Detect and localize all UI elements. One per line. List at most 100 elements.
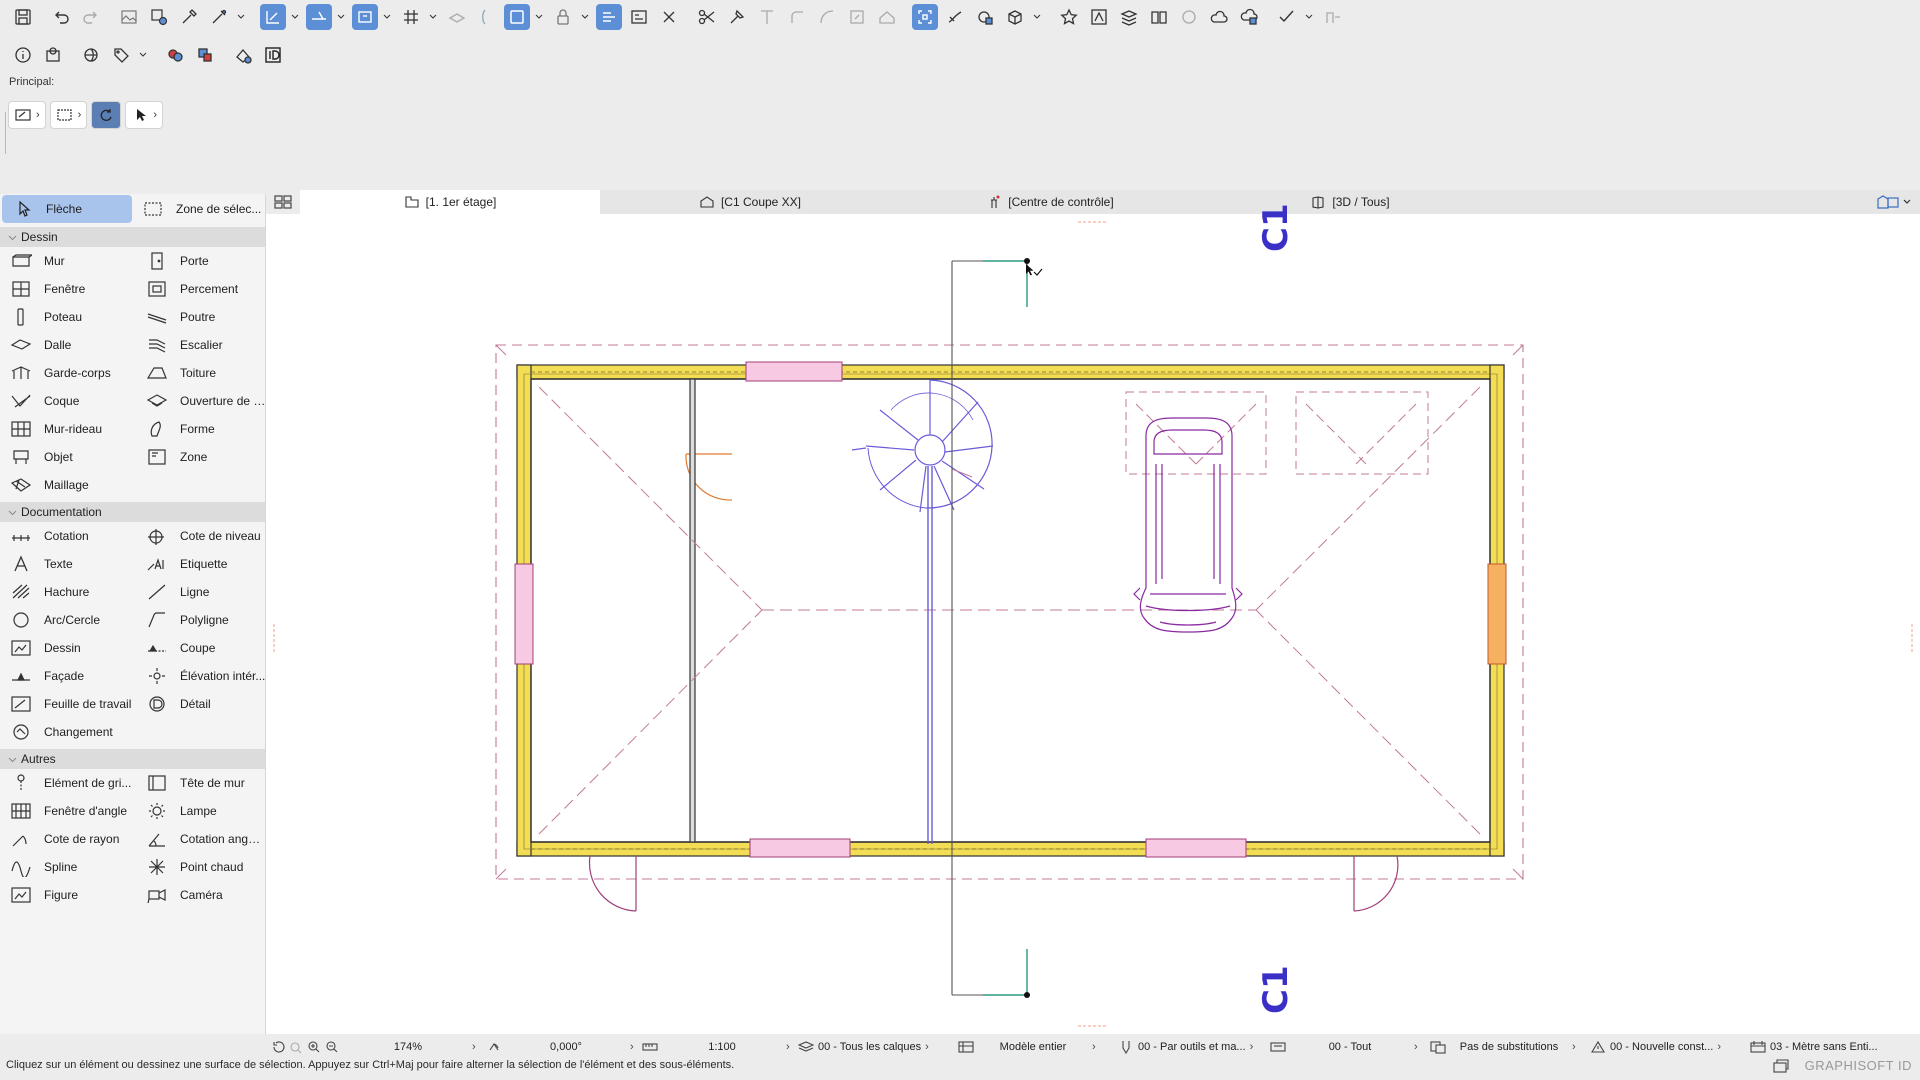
id-button[interactable] <box>260 42 286 68</box>
tool-slab[interactable]: Dalle <box>0 331 136 359</box>
tool-arrow[interactable]: Flèche <box>2 195 132 223</box>
tool-section[interactable]: Coupe <box>136 634 266 662</box>
zoom-level-control[interactable]: 174% › <box>344 1036 482 1058</box>
layer-button[interactable] <box>444 4 470 30</box>
trace-button[interactable] <box>942 4 968 30</box>
tool-dimension[interactable]: Cotation <box>0 522 136 550</box>
navigator-button[interactable] <box>1086 4 1112 30</box>
floor-plan-drawing[interactable] <box>266 214 1920 1034</box>
tool-morph[interactable]: Forme <box>136 415 266 443</box>
redo-zoom-icon[interactable] <box>288 1040 304 1054</box>
layer-combination-control[interactable]: 00 - Tous les calques › <box>794 1036 954 1058</box>
collision-button[interactable] <box>162 42 188 68</box>
tool-shell[interactable]: Coque <box>0 387 136 415</box>
tool-text[interactable]: Texte <box>0 550 136 578</box>
tool-skylight[interactable]: Ouverture de t... <box>136 387 266 415</box>
adjust-button[interactable] <box>724 4 750 30</box>
section-header-dessin[interactable]: Dessin <box>0 227 265 247</box>
tool-object[interactable]: Objet <box>0 443 136 471</box>
view-switch-icon[interactable] <box>1876 193 1912 211</box>
check-dropdown[interactable] <box>1304 4 1314 30</box>
marquee-method-control[interactable]: › <box>49 101 88 129</box>
roof-trim-button[interactable] <box>874 4 900 30</box>
tool-elevation[interactable]: Façade <box>0 662 136 690</box>
save-button[interactable] <box>10 4 36 30</box>
tool-fill[interactable]: Hachure <box>0 578 136 606</box>
tab-3d[interactable]: [3D / Tous] <box>1200 190 1500 214</box>
intersect-button[interactable] <box>754 4 780 30</box>
rotation-method-control[interactable] <box>91 101 122 129</box>
structure-display-control[interactable]: 00 - Tout › <box>1266 1036 1426 1058</box>
tool-line[interactable]: Ligne <box>136 578 266 606</box>
grid-snap-dropdown[interactable] <box>428 4 438 30</box>
curve-button[interactable] <box>814 4 840 30</box>
undo-zoom-icon[interactable] <box>270 1040 286 1054</box>
drawing-canvas[interactable]: C1 C1 <box>266 203 1920 1034</box>
tab-control-center[interactable]: [Centre de contrôle] <box>900 190 1200 214</box>
view-3d-button[interactable] <box>1002 4 1028 30</box>
tool-grid-element[interactable]: Elément de gri... <box>0 769 136 797</box>
cloud-button[interactable] <box>1206 4 1232 30</box>
section-marker-bottom-label[interactable]: C1 <box>1256 965 1296 1014</box>
zoom-in-icon[interactable] <box>306 1040 322 1054</box>
tool-wall-end[interactable]: Tête de mur <box>136 769 266 797</box>
tool-wall[interactable]: Mur <box>0 247 136 275</box>
dimension-standard-control[interactable]: 03 - Mètre sans Enti... <box>1746 1036 1896 1058</box>
snap-points-dropdown[interactable] <box>382 4 392 30</box>
favorites-button[interactable] <box>1056 4 1082 30</box>
tool-change[interactable]: Changement <box>0 718 136 746</box>
tool-mesh[interactable]: Maillage <box>0 471 136 499</box>
info-button[interactable] <box>10 42 36 68</box>
layer-settings-button[interactable] <box>1116 4 1142 30</box>
suspend-groups-button[interactable] <box>474 4 500 30</box>
resize-button[interactable] <box>844 4 870 30</box>
renovation-filter-control[interactable]: 00 - Nouvelle const... › <box>1586 1036 1746 1058</box>
tool-radial-dimension[interactable]: Cote de rayon <box>0 825 136 853</box>
tool-spline[interactable]: Spline <box>0 853 136 881</box>
element-conflict-button[interactable] <box>192 42 218 68</box>
tool-beam[interactable]: Poutre <box>136 303 266 331</box>
grid-view-icon[interactable] <box>272 192 294 212</box>
tab-floor-plan[interactable]: [1. 1er étage] <box>300 190 600 214</box>
snap-guides-dropdown[interactable] <box>290 4 300 30</box>
tool-level-dimension[interactable]: Cote de niveau <box>136 522 266 550</box>
surface-painter-dropdown[interactable] <box>138 42 148 68</box>
tracker-dropdown[interactable] <box>336 4 346 30</box>
eyedropper-button[interactable] <box>176 4 202 30</box>
section-marker-top-label[interactable]: C1 <box>1256 203 1296 252</box>
rotation-control[interactable]: 0,000° › <box>482 1036 638 1058</box>
tool-roof[interactable]: Toiture <box>136 359 266 387</box>
tab-section[interactable]: [C1 Coupe XX] <box>600 190 900 214</box>
tool-door[interactable]: Porte <box>136 247 266 275</box>
tool-label[interactable]: Etiquette <box>136 550 266 578</box>
section-header-documentation[interactable]: Documentation <box>0 502 265 522</box>
select-elements-button[interactable] <box>146 4 172 30</box>
pen-set-control[interactable]: 00 - Par outils et ma... › <box>1114 1036 1266 1058</box>
tool-hotspot[interactable]: Point chaud <box>136 853 266 881</box>
publisher-button[interactable] <box>1146 4 1172 30</box>
scale-control[interactable]: 1:100 › <box>638 1036 794 1058</box>
pointer-mode-control[interactable]: › <box>125 101 164 129</box>
tool-figure[interactable]: Figure <box>0 881 136 909</box>
hierarchy-button[interactable] <box>230 42 256 68</box>
properties-button[interactable] <box>40 42 66 68</box>
view-3d-dropdown[interactable] <box>1032 4 1042 30</box>
selection-frame-dropdown[interactable] <box>534 4 544 30</box>
undo-button[interactable] <box>48 4 74 30</box>
syringe-dropdown[interactable] <box>236 4 246 30</box>
lock-button[interactable] <box>550 4 576 30</box>
section-header-autres[interactable]: Autres <box>0 749 265 769</box>
grid-snap-button[interactable] <box>398 4 424 30</box>
tool-column[interactable]: Poteau <box>0 303 136 331</box>
fit-in-window-icon[interactable] <box>324 1040 340 1054</box>
bimcloud-button[interactable] <box>1236 4 1262 30</box>
tool-interior-elevation[interactable]: Élévation intér... <box>136 662 266 690</box>
tool-camera[interactable]: Caméra <box>136 881 266 909</box>
check-button[interactable] <box>1274 4 1300 30</box>
fillet-button[interactable] <box>784 4 810 30</box>
renovation-button[interactable] <box>78 42 104 68</box>
tool-detail[interactable]: Détail <box>136 690 266 718</box>
tool-zone[interactable]: Zone <box>136 443 266 471</box>
tool-stair[interactable]: Escalier <box>136 331 266 359</box>
magic-wand-button[interactable] <box>596 4 622 30</box>
